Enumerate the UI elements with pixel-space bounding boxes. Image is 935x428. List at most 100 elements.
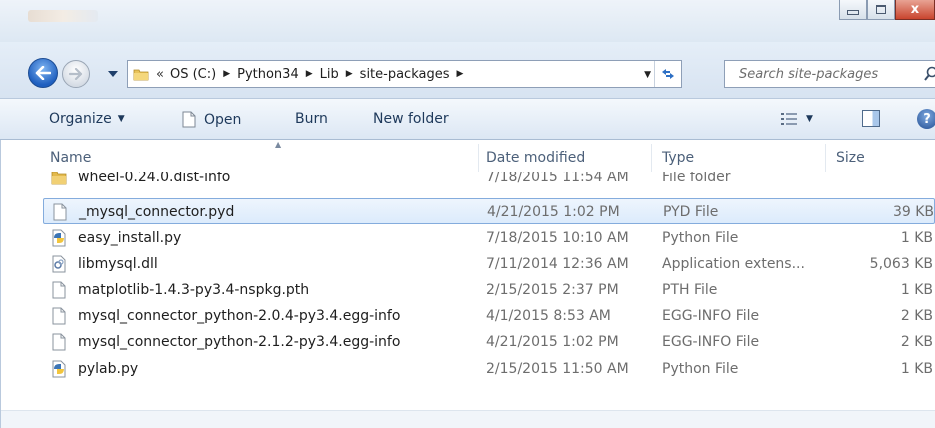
- command-bar: Organize ▼ Open Burn New folder ▼ ?: [0, 98, 935, 140]
- change-view-button[interactable]: ▼: [781, 113, 813, 125]
- pane-divider: [0, 140, 1, 428]
- file-size: 1 KB: [900, 230, 933, 246]
- column-header-date-modified[interactable]: Date modified: [486, 150, 585, 166]
- file-size: 2 KB: [900, 308, 933, 324]
- breadcrumb-label: Python34: [237, 66, 299, 82]
- file-size: 5,063 KB: [869, 256, 933, 272]
- file-type: Application extens...: [662, 256, 805, 272]
- file-type: PTH File: [662, 282, 718, 298]
- help-icon[interactable]: ?: [917, 109, 935, 129]
- list-item[interactable]: mysql_connector_python-2.1.2-py3.4.egg-i…: [43, 329, 935, 355]
- file-icon: [52, 307, 66, 325]
- search-icon[interactable]: [924, 66, 935, 82]
- file-name: matplotlib-1.4.3-py3.4-nspkg.pth: [78, 282, 310, 298]
- title-bar: x: [0, 0, 935, 42]
- caption-buttons: x: [839, 0, 935, 20]
- breadcrumb-site-packages[interactable]: site-packages ▶: [360, 61, 471, 87]
- file-type: File folder: [662, 172, 731, 185]
- list-item[interactable]: pylab.py 2/15/2015 11:50 AM Python File …: [43, 356, 935, 382]
- open-label: Open: [204, 111, 242, 128]
- back-button[interactable]: [28, 58, 58, 88]
- recent-pages-dropdown[interactable]: [107, 69, 119, 79]
- chevron-down-icon: ▼: [806, 114, 813, 124]
- breadcrumb-python34[interactable]: Python34 ▶: [237, 61, 320, 87]
- column-header-name[interactable]: Name: [50, 150, 91, 166]
- python-file-icon: [52, 229, 66, 247]
- back-arrow-icon: [35, 66, 51, 80]
- dll-icon: [52, 255, 66, 273]
- refresh-button[interactable]: [654, 61, 681, 87]
- file-icon: [52, 333, 66, 351]
- file-size: 39 KB: [892, 204, 934, 220]
- breadcrumb-label: Lib: [319, 66, 339, 82]
- file-icon: [52, 281, 66, 299]
- burn-label: Burn: [295, 111, 328, 127]
- list-item[interactable]: easy_install.py 7/18/2015 10:10 AM Pytho…: [43, 225, 935, 251]
- organize-button[interactable]: Organize ▼: [49, 111, 125, 127]
- column-divider[interactable]: [825, 144, 826, 172]
- maximize-button[interactable]: [867, 0, 895, 20]
- column-header-type[interactable]: Type: [662, 150, 694, 166]
- column-header-size[interactable]: Size: [836, 150, 865, 166]
- breadcrumb-label: OS (C:): [169, 66, 217, 82]
- file-size: 1 KB: [900, 282, 933, 298]
- address-dropdown-icon[interactable]: ▼: [644, 70, 651, 80]
- organize-label: Organize: [49, 111, 112, 127]
- column-headers: ▲ Name Date modified Type Size: [0, 140, 935, 172]
- burn-button[interactable]: Burn: [295, 111, 328, 127]
- breadcrumb-os-c[interactable]: OS (C:) ▶: [170, 61, 237, 87]
- file-name: libmysql.dll: [78, 256, 158, 272]
- open-button[interactable]: Open: [182, 111, 241, 128]
- file-icon: [182, 111, 196, 128]
- list-bottom-area: [0, 410, 935, 428]
- refresh-icon: [662, 69, 674, 79]
- sort-ascending-icon: ▲: [275, 140, 282, 149]
- list-item[interactable]: matplotlib-1.4.3-py3.4-nspkg.pth 2/15/20…: [43, 277, 935, 303]
- close-button[interactable]: x: [895, 0, 935, 20]
- list-item-selected[interactable]: _mysql_connector.pyd 4/21/2015 1:02 PM P…: [43, 198, 935, 224]
- window-title-area: [28, 10, 98, 22]
- explorer-window: x « OS (C:)▶ Python34▶ Lib▶ site-pack: [0, 0, 935, 428]
- breadcrumb-lib[interactable]: Lib ▶: [320, 61, 360, 87]
- file-date: 4/21/2015 1:02 PM: [486, 334, 619, 350]
- file-date: 7/11/2014 12:36 AM: [486, 256, 629, 272]
- minimize-button[interactable]: [839, 0, 867, 20]
- chevron-down-icon: ▼: [117, 114, 125, 124]
- file-type: PYD File: [663, 204, 719, 220]
- preview-pane-icon[interactable]: [862, 110, 880, 127]
- column-divider[interactable]: [651, 144, 652, 172]
- file-date: 4/21/2015 1:02 PM: [487, 204, 620, 220]
- address-bar[interactable]: « OS (C:) ▶ Python34 ▶ Lib ▶ site-packages ▶…: [127, 60, 682, 88]
- search-input[interactable]: [737, 61, 921, 87]
- file-date: 2/15/2015 2:37 PM: [486, 282, 619, 298]
- file-name: mysql_connector_python-2.1.2-py3.4.egg-i…: [78, 334, 401, 350]
- breadcrumb-arrow-icon[interactable]: ▶: [306, 69, 313, 79]
- breadcrumb-arrow-icon[interactable]: ▶: [457, 69, 464, 79]
- view-list-icon: [781, 113, 797, 125]
- python-file-icon: [52, 360, 66, 378]
- new-folder-label: New folder: [373, 111, 449, 127]
- file-date: 7/18/2015 10:10 AM: [486, 230, 629, 246]
- forward-button[interactable]: [62, 60, 90, 88]
- file-date: 2/15/2015 11:50 AM: [486, 361, 629, 377]
- new-folder-button[interactable]: New folder: [373, 111, 449, 127]
- file-type: EGG-INFO File: [662, 308, 760, 324]
- breadcrumb-arrow-icon[interactable]: ▶: [223, 69, 230, 79]
- list-item[interactable]: wheel-0.24.0.dist-info 7/18/2015 11:54 A…: [43, 172, 935, 190]
- folder-icon: [51, 172, 67, 185]
- forward-arrow-icon: [69, 68, 83, 80]
- folder-icon: [133, 69, 149, 81]
- column-divider[interactable]: [478, 144, 479, 172]
- file-name: pylab.py: [78, 361, 139, 377]
- breadcrumb-overflow[interactable]: «: [156, 67, 164, 82]
- file-name: wheel-0.24.0.dist-info: [78, 172, 231, 185]
- file-name: mysql_connector_python-2.0.4-py3.4.egg-i…: [78, 308, 401, 324]
- navigation-bar: « OS (C:) ▶ Python34 ▶ Lib ▶ site-packages ▶…: [0, 42, 935, 98]
- file-size: 1 KB: [900, 361, 933, 377]
- list-item[interactable]: mysql_connector_python-2.0.4-py3.4.egg-i…: [43, 303, 935, 329]
- breadcrumb-arrow-icon[interactable]: ▶: [346, 69, 353, 79]
- file-list: wheel-0.24.0.dist-info 7/18/2015 11:54 A…: [0, 172, 935, 428]
- search-box[interactable]: [724, 60, 935, 88]
- list-item[interactable]: libmysql.dll 7/11/2014 12:36 AM Applicat…: [43, 251, 935, 277]
- file-name: _mysql_connector.pyd: [79, 204, 235, 220]
